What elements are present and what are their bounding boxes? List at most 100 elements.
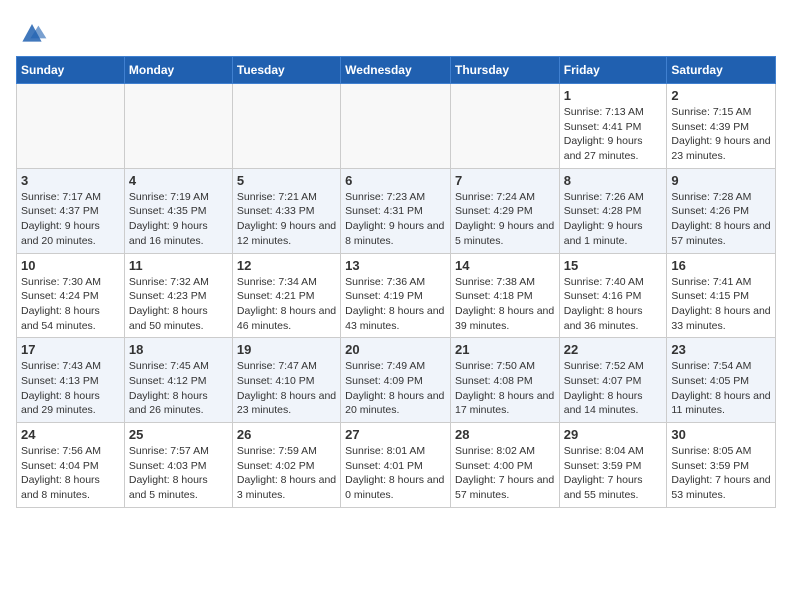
calendar-cell: 9 Sunrise: 7:28 AMSunset: 4:26 PMDaylight… [667,168,776,253]
calendar-cell: 10 Sunrise: 7:30 AMSunset: 4:24 PMDayligh… [17,253,125,338]
calendar-cell: 21Sunrise: 7:50 AMSunset: 4:08 PMDayligh… [450,338,559,423]
day-info: Sunrise: 7:47 AMSunset: 4:10 PMDaylight:… [237,359,336,418]
day-number: 26 [237,427,336,442]
day-info: Sunrise: 7:43 AMSunset: 4:13 PMDaylight:… [21,359,120,418]
day-of-week-header: Wednesday [341,57,451,84]
calendar-cell: 3 Sunrise: 7:17 AMSunset: 4:37 PMDaylight… [17,168,125,253]
calendar-cell: 18 Sunrise: 7:45 AMSunset: 4:12 PMDayligh… [124,338,232,423]
day-number: 23 [671,342,771,357]
day-info: Sunrise: 7:56 AMSunset: 4:04 PMDaylight:… [21,444,120,503]
day-number: 6 [345,173,446,188]
day-number: 15 [564,258,663,273]
day-number: 18 [129,342,228,357]
calendar-week-row: 17Sunrise: 7:43 AMSunset: 4:13 PMDayligh… [17,338,776,423]
calendar-cell: 19Sunrise: 7:47 AMSunset: 4:10 PMDayligh… [232,338,340,423]
day-number: 9 [671,173,771,188]
day-number: 24 [21,427,120,442]
calendar-cell: 27Sunrise: 8:01 AMSunset: 4:01 PMDayligh… [341,423,451,508]
day-info: Sunrise: 7:15 AMSunset: 4:39 PMDaylight:… [671,105,771,164]
day-number: 10 [21,258,120,273]
day-number: 12 [237,258,336,273]
calendar-table: SundayMondayTuesdayWednesdayThursdayFrid… [16,56,776,508]
day-of-week-header: Saturday [667,57,776,84]
calendar-cell: 20 Sunrise: 7:49 AMSunset: 4:09 PMDayligh… [341,338,451,423]
day-info: Sunrise: 7:36 AMSunset: 4:19 PMDaylight:… [345,275,446,334]
day-number: 2 [671,88,771,103]
day-info: Sunrise: 7:34 AMSunset: 4:21 PMDaylight:… [237,275,336,334]
day-info: Sunrise: 7:28 AMSunset: 4:26 PMDaylight:… [671,190,771,249]
day-info: Sunrise: 7:41 AMSunset: 4:15 PMDaylight:… [671,275,771,334]
calendar-cell: 6 Sunrise: 7:23 AMSunset: 4:31 PMDaylight… [341,168,451,253]
calendar-cell: 17Sunrise: 7:43 AMSunset: 4:13 PMDayligh… [17,338,125,423]
calendar-cell: 15Sunrise: 7:40 AMSunset: 4:16 PMDayligh… [559,253,667,338]
calendar-cell: 13 Sunrise: 7:36 AMSunset: 4:19 PMDayligh… [341,253,451,338]
calendar-cell: 23 Sunrise: 7:54 AMSunset: 4:05 PMDayligh… [667,338,776,423]
day-info: Sunrise: 7:59 AMSunset: 4:02 PMDaylight:… [237,444,336,503]
day-number: 14 [455,258,555,273]
calendar-cell [232,84,340,169]
day-number: 16 [671,258,771,273]
calendar-cell: 4 Sunrise: 7:19 AMSunset: 4:35 PMDaylight… [124,168,232,253]
calendar-cell: 30 Sunrise: 8:05 AMSunset: 3:59 PMDayligh… [667,423,776,508]
day-number: 20 [345,342,446,357]
day-info: Sunrise: 7:57 AMSunset: 4:03 PMDaylight:… [129,444,228,503]
logo [16,16,52,48]
day-number: 22 [564,342,663,357]
day-info: Sunrise: 8:04 AMSunset: 3:59 PMDaylight:… [564,444,663,503]
day-number: 1 [564,88,663,103]
day-info: Sunrise: 7:52 AMSunset: 4:07 PMDaylight:… [564,359,663,418]
calendar-cell: 25 Sunrise: 7:57 AMSunset: 4:03 PMDayligh… [124,423,232,508]
day-info: Sunrise: 7:26 AMSunset: 4:28 PMDaylight:… [564,190,663,249]
calendar-week-row: 24 Sunrise: 7:56 AMSunset: 4:04 PMDayligh… [17,423,776,508]
day-info: Sunrise: 7:38 AMSunset: 4:18 PMDaylight:… [455,275,555,334]
day-info: Sunrise: 7:32 AMSunset: 4:23 PMDaylight:… [129,275,228,334]
calendar-week-row: 1 Sunrise: 7:13 AMSunset: 4:41 PMDaylight… [17,84,776,169]
calendar-header-row: SundayMondayTuesdayWednesdayThursdayFrid… [17,57,776,84]
calendar-cell [124,84,232,169]
calendar-cell: 5 Sunrise: 7:21 AMSunset: 4:33 PMDaylight… [232,168,340,253]
day-number: 28 [455,427,555,442]
day-info: Sunrise: 7:17 AMSunset: 4:37 PMDaylight:… [21,190,120,249]
day-number: 5 [237,173,336,188]
calendar-cell: 28 Sunrise: 8:02 AMSunset: 4:00 PMDayligh… [450,423,559,508]
day-info: Sunrise: 7:49 AMSunset: 4:09 PMDaylight:… [345,359,446,418]
day-info: Sunrise: 7:19 AMSunset: 4:35 PMDaylight:… [129,190,228,249]
page-header [16,16,776,48]
day-number: 13 [345,258,446,273]
calendar-cell [17,84,125,169]
day-number: 7 [455,173,555,188]
day-number: 27 [345,427,446,442]
calendar-cell: 26 Sunrise: 7:59 AMSunset: 4:02 PMDayligh… [232,423,340,508]
calendar-cell: 14 Sunrise: 7:38 AMSunset: 4:18 PMDayligh… [450,253,559,338]
day-info: Sunrise: 7:21 AMSunset: 4:33 PMDaylight:… [237,190,336,249]
day-info: Sunrise: 7:13 AMSunset: 4:41 PMDaylight:… [564,105,663,164]
day-number: 4 [129,173,228,188]
calendar-cell: 22 Sunrise: 7:52 AMSunset: 4:07 PMDayligh… [559,338,667,423]
calendar-cell: 8 Sunrise: 7:26 AMSunset: 4:28 PMDaylight… [559,168,667,253]
day-info: Sunrise: 7:30 AMSunset: 4:24 PMDaylight:… [21,275,120,334]
calendar-cell: 7Sunrise: 7:24 AMSunset: 4:29 PMDaylight… [450,168,559,253]
day-number: 3 [21,173,120,188]
calendar-cell: 24 Sunrise: 7:56 AMSunset: 4:04 PMDayligh… [17,423,125,508]
day-info: Sunrise: 8:02 AMSunset: 4:00 PMDaylight:… [455,444,555,503]
calendar-cell: 12 Sunrise: 7:34 AMSunset: 4:21 PMDayligh… [232,253,340,338]
calendar-cell: 2 Sunrise: 7:15 AMSunset: 4:39 PMDaylight… [667,84,776,169]
day-number: 30 [671,427,771,442]
day-of-week-header: Friday [559,57,667,84]
calendar-cell [341,84,451,169]
day-number: 25 [129,427,228,442]
day-info: Sunrise: 7:45 AMSunset: 4:12 PMDaylight:… [129,359,228,418]
day-number: 8 [564,173,663,188]
day-of-week-header: Monday [124,57,232,84]
day-of-week-header: Thursday [450,57,559,84]
calendar-cell: 16 Sunrise: 7:41 AMSunset: 4:15 PMDayligh… [667,253,776,338]
day-of-week-header: Tuesday [232,57,340,84]
day-info: Sunrise: 7:23 AMSunset: 4:31 PMDaylight:… [345,190,446,249]
day-of-week-header: Sunday [17,57,125,84]
day-info: Sunrise: 7:54 AMSunset: 4:05 PMDaylight:… [671,359,771,418]
calendar-week-row: 3 Sunrise: 7:17 AMSunset: 4:37 PMDaylight… [17,168,776,253]
day-number: 11 [129,258,228,273]
day-info: Sunrise: 8:05 AMSunset: 3:59 PMDaylight:… [671,444,771,503]
calendar-cell: 29Sunrise: 8:04 AMSunset: 3:59 PMDayligh… [559,423,667,508]
day-number: 21 [455,342,555,357]
